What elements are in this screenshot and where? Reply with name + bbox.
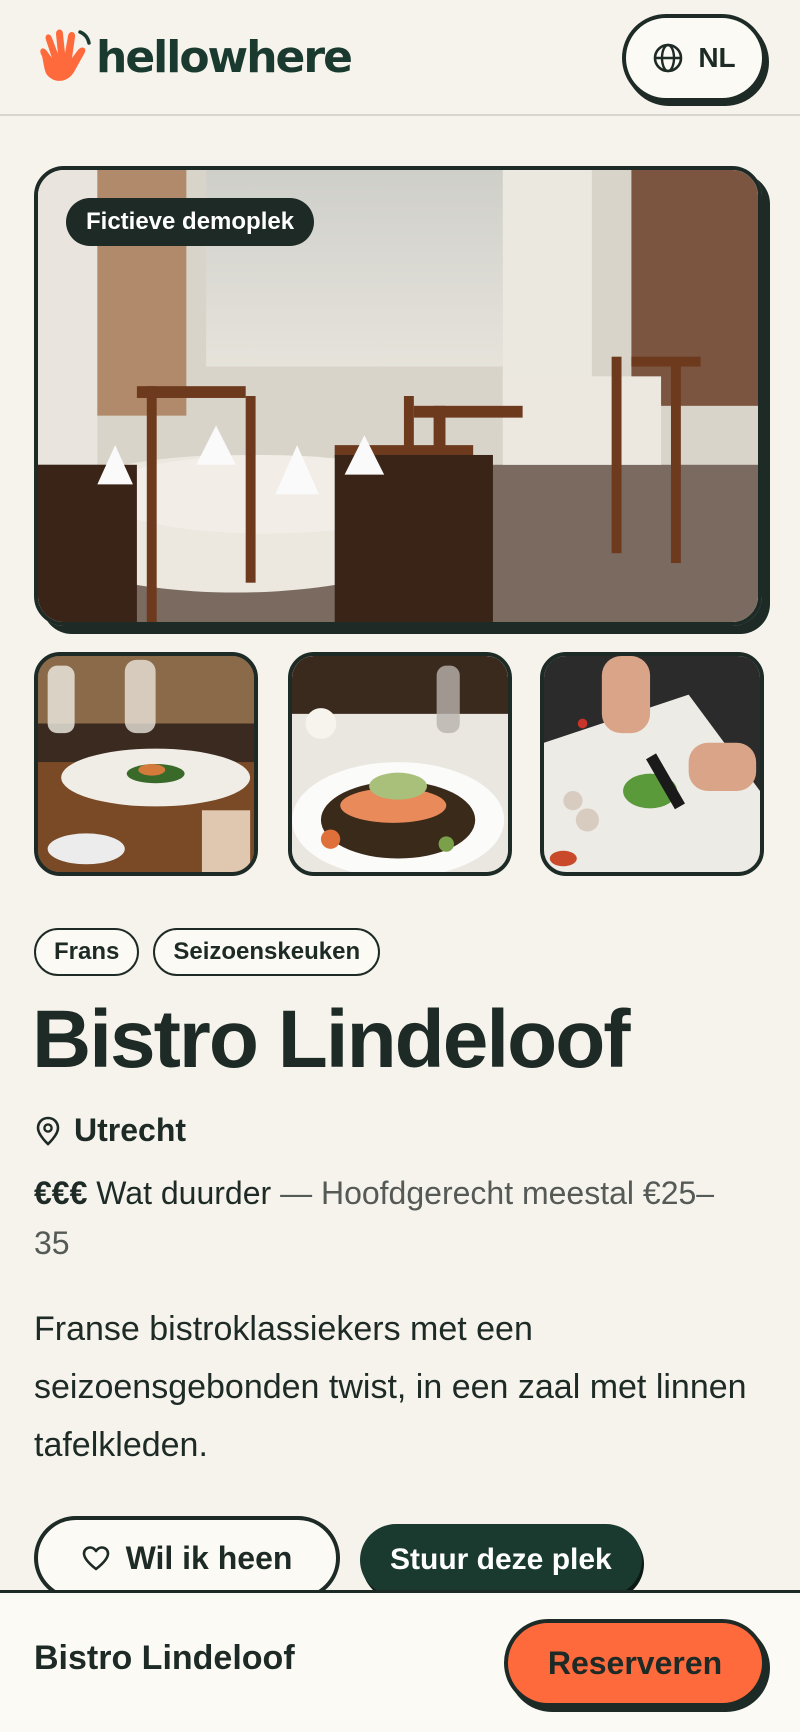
salmon-dish-image (292, 656, 508, 872)
thumbnail-chef-chopping[interactable] (540, 652, 764, 876)
map-pin-icon (36, 1116, 60, 1146)
price-label: Wat duurder (96, 1175, 272, 1211)
restaurant-description: Franse bistroklassiekers met een seizoen… (34, 1310, 747, 1464)
action-buttons: Wil ik heen Stuur deze plek (34, 1516, 642, 1600)
plated-dish-image (38, 656, 254, 872)
brand-name: hellowhere (96, 32, 353, 83)
tag-french[interactable]: Frans (34, 928, 140, 976)
demo-badge: Fictieve demoplek (66, 198, 315, 246)
price-info: €€€ Wat duurder — Hoofdgerecht meestal €… (34, 1168, 734, 1268)
heart-icon (82, 1546, 109, 1571)
chef-chopping-image (544, 656, 760, 872)
waving-hand-icon (40, 29, 91, 81)
thumbnail-salmon-dish[interactable] (288, 652, 512, 876)
location-label: Utrecht (74, 1112, 187, 1148)
sticky-reserve-bar: Bistro Lindeloof Reserveren (0, 1590, 800, 1732)
language-selector-button[interactable]: NL (622, 14, 766, 102)
wishlist-button[interactable]: Wil ik heen (34, 1516, 340, 1600)
restaurant-title: Bistro Lindeloof (32, 994, 631, 1085)
price-symbol: €€€ (34, 1175, 88, 1211)
top-header: hellowhere NL (0, 0, 800, 116)
brand-logo[interactable]: hellowhere (32, 26, 353, 90)
wishlist-label: Wil ik heen (125, 1539, 293, 1576)
cuisine-tags: Frans Seizoenskeuken (34, 928, 381, 976)
thumbnail-plated-dish[interactable] (34, 652, 258, 876)
hero-image[interactable]: Fictieve demoplek (34, 166, 762, 626)
globe-icon (654, 43, 683, 73)
tag-seasonal[interactable]: Seizoenskeuken (153, 928, 381, 976)
reserve-button[interactable]: Reserveren (504, 1619, 766, 1707)
share-place-button[interactable]: Stuur deze plek (360, 1524, 642, 1596)
language-label: NL (698, 42, 736, 73)
location-row: Utrecht (36, 1112, 186, 1149)
bottom-restaurant-name: Bistro Lindeloof (34, 1639, 295, 1677)
